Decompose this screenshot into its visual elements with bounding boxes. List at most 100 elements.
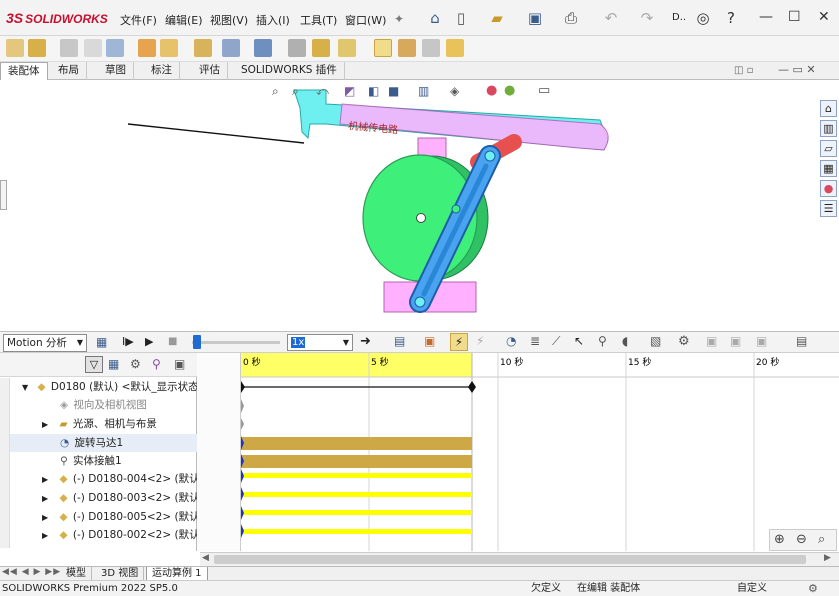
tab-scroll-arrows-icon[interactable]: ◀◀ ◀ ▶ ▶▶ (2, 567, 61, 577)
scroll-left-icon[interactable]: ◀ (202, 553, 209, 563)
edit-component-icon[interactable] (6, 39, 24, 57)
playback-slider-thumb[interactable] (193, 335, 201, 349)
spring-icon[interactable]: ≣ (530, 334, 540, 348)
instant3d-icon[interactable] (338, 39, 356, 57)
linear-pattern-icon[interactable] (84, 39, 102, 57)
print-icon[interactable]: ⎙ (562, 9, 580, 27)
key-point[interactable] (238, 418, 244, 430)
home-icon[interactable]: ⌂ (426, 9, 444, 27)
maximize-button[interactable]: ☐ (788, 9, 801, 25)
design-library-icon[interactable]: ▥ (820, 120, 837, 137)
tree-item-contact[interactable]: ⚲ 实体接触1 (0, 452, 197, 470)
move-component-icon[interactable] (138, 39, 156, 57)
tab-sketch[interactable]: 草图 (98, 62, 134, 80)
filter-expand-icon[interactable]: ▣ (174, 357, 185, 371)
expand-arrow-icon[interactable]: ▶ (42, 513, 48, 522)
playback-speed-select[interactable]: 1x ▼ (287, 334, 353, 351)
zoom-area-icon[interactable]: ⌕ (292, 84, 299, 99)
undo-icon[interactable]: ↶ (602, 9, 620, 27)
show-hidden-icon[interactable] (160, 39, 178, 57)
contact-timebar[interactable] (241, 455, 472, 468)
timeline-graph[interactable]: 0 秒 5 秒 10 秒 15 秒 20 秒 (237, 353, 839, 551)
pin-icon[interactable]: ✦ (390, 10, 408, 28)
new-motion-study-icon[interactable] (254, 39, 272, 57)
update-speedpak-icon[interactable] (374, 39, 392, 57)
filter-selected-icon[interactable]: ⚙ (130, 357, 141, 371)
insert-component-icon[interactable] (28, 39, 46, 57)
section-view-icon[interactable]: ◩ (344, 84, 355, 98)
panel-flyout-handle[interactable] (0, 180, 7, 210)
monitor-icon[interactable]: ▭ (538, 83, 550, 98)
simulation-setup-icon[interactable]: ▣ (706, 334, 717, 348)
previous-view-icon[interactable]: ⤺ (316, 84, 329, 99)
tree-item-motor[interactable]: ◔ 旋转马达1 (0, 434, 197, 452)
autokey-icon[interactable]: ⚡ (450, 333, 468, 351)
assembly-features-icon[interactable] (194, 39, 212, 57)
tree-item-views[interactable]: ◈ 视向及相机视图 (0, 396, 197, 414)
expand-arrow-icon[interactable]: ▼ (22, 383, 28, 392)
new-document-icon[interactable]: ▯ (452, 9, 470, 27)
tab-layout[interactable]: 布局 (51, 62, 87, 80)
close-button[interactable]: ✕ (818, 9, 830, 25)
exploded-view-icon[interactable] (312, 39, 330, 57)
file-explorer-icon[interactable]: ▱ (820, 140, 837, 157)
unit-system[interactable]: 自定义 (737, 581, 767, 596)
menu-file[interactable]: 文件(F) (120, 12, 157, 28)
tree-item-part[interactable]: ▶ ◆ (-) D0180-002<2> (默认) (0, 526, 197, 544)
timeline-scrollbar[interactable]: ◀ ▶ (200, 552, 839, 566)
apply-scene-icon[interactable]: ● (486, 83, 497, 98)
force-icon[interactable]: ↖ (574, 334, 584, 348)
tree-item-lights[interactable]: ▶ ▰ 光源、相机与布景 (0, 415, 197, 433)
motor-timebar[interactable] (241, 437, 472, 450)
collapse-motion-manager-icon[interactable]: ▤ (796, 334, 807, 348)
part-timebar[interactable] (241, 492, 472, 497)
expand-arrow-icon[interactable]: ▶ (42, 475, 48, 484)
check-interference-icon[interactable] (446, 39, 464, 57)
part-timebar[interactable] (241, 510, 472, 515)
take-snapshot-icon[interactable] (398, 39, 416, 57)
playback-slider[interactable] (192, 341, 280, 344)
simulation-results-icon[interactable]: ▣ (756, 334, 767, 348)
view-orientation-icon[interactable]: ◧ (368, 84, 379, 98)
mate-icon[interactable] (60, 39, 78, 57)
custom-properties-icon[interactable]: ☰ (820, 200, 837, 217)
calculate-icon[interactable]: ▦ (96, 335, 107, 349)
damper-icon[interactable]: ⟋ (552, 334, 560, 349)
expand-arrow-icon[interactable]: ▶ (42, 420, 48, 429)
solidworks-resources-icon[interactable]: ⌂ (820, 100, 837, 117)
smart-fasteners-icon[interactable] (106, 39, 124, 57)
tree-item-part[interactable]: ▶ ◆ (-) D0180-005<2> (默认) (0, 508, 197, 526)
edit-appearance-icon[interactable]: ◈ (450, 84, 459, 98)
filter-driving-icon[interactable]: ▦ (108, 357, 119, 371)
root-key-end[interactable] (468, 381, 476, 393)
motor-icon[interactable]: ◔ (506, 334, 516, 348)
nav-arrows-icon[interactable]: ◫ ▫ (734, 65, 753, 76)
timeline[interactable]: 0 秒 5 秒 10 秒 15 秒 20 秒 ⊕ ⊖ ⌕ (237, 353, 839, 551)
large-assembly-icon[interactable] (422, 39, 440, 57)
tree-item-part[interactable]: ▶ ◆ (-) D0180-003<2> (默认) (0, 489, 197, 507)
gravity-icon[interactable]: ◖ (622, 334, 628, 348)
study-type-select[interactable]: Motion 分析 ▼ (3, 334, 87, 352)
restore-document-icon[interactable]: — ▭ ✕ (778, 63, 816, 76)
expand-arrow-icon[interactable]: ▶ (42, 494, 48, 503)
contact-icon[interactable]: ⚲ (598, 334, 607, 348)
filter-results-icon[interactable]: ⚲ (152, 357, 161, 371)
root-key-start[interactable] (237, 381, 245, 393)
stop-icon[interactable]: ■ (168, 336, 177, 347)
zoom-to-fit-icon[interactable]: ⌕ (272, 84, 279, 99)
simulation-run-icon[interactable]: ▣ (730, 334, 741, 348)
animation-wizard-icon[interactable]: ▣ (424, 334, 435, 348)
help-icon[interactable]: ? (722, 9, 740, 27)
playback-mode-icon[interactable]: ➜ (360, 334, 371, 349)
save-icon[interactable]: ▣ (526, 9, 544, 27)
menu-tools[interactable]: 工具(T) (300, 12, 337, 28)
zoom-in-icon[interactable]: ⊕ (774, 532, 785, 547)
display-style-icon[interactable]: ■ (388, 84, 399, 98)
tab-markup[interactable]: 标注 (144, 62, 180, 80)
expand-arrow-icon[interactable]: ▶ (42, 531, 48, 540)
part-timebar[interactable] (241, 529, 472, 534)
search-hint[interactable]: D.. (672, 12, 686, 23)
hide-show-items-icon[interactable]: ▥ (418, 84, 429, 98)
bill-of-materials-icon[interactable] (288, 39, 306, 57)
assembly-model[interactable]: 机械传电路 (0, 80, 820, 330)
